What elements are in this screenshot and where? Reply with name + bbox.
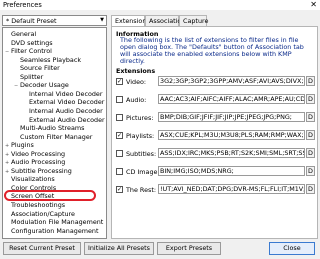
close-button[interactable]: Close bbox=[269, 242, 315, 255]
default-extensions-button[interactable]: D bbox=[306, 130, 315, 140]
default-extensions-button[interactable]: D bbox=[306, 184, 315, 194]
tree-item-label: Audio Processing bbox=[11, 158, 66, 167]
tree-item-label: Splitter bbox=[20, 72, 44, 81]
close-icon[interactable]: ✕ bbox=[310, 0, 317, 9]
extensions-panel: Information The following is the list of… bbox=[111, 26, 318, 239]
extension-checkbox[interactable]: ✓ bbox=[116, 186, 123, 193]
tree-item-label: Custom Filter Manager bbox=[20, 132, 93, 141]
extension-checkbox[interactable]: ✓ bbox=[116, 132, 123, 139]
chevron-down-icon: ▼ bbox=[100, 17, 104, 23]
information-text: The following is the list of extensions … bbox=[120, 36, 304, 65]
tree-item[interactable]: Custom Filter Manager bbox=[14, 133, 92, 141]
default-extensions-button[interactable]: D bbox=[306, 76, 315, 86]
extension-list-field[interactable]: AAC;AC3;AIF;AIFC;AIFF;ALAC;AMR;APE;AU;CD… bbox=[158, 94, 305, 104]
extension-row: Pictures: BMP;DIB;GIF;JFIF;JIF;JIP;JPE;JP… bbox=[116, 112, 316, 123]
extension-row: ✓ Playlists: ASX;CUE;KPL;M3U;M3U8;PLS;RAM;… bbox=[116, 130, 316, 141]
tree-item[interactable]: + Video Processing bbox=[5, 150, 65, 158]
tree-item-label: Plugins bbox=[11, 141, 34, 150]
tree-item-label: Troubleshootings bbox=[11, 201, 66, 209]
tree-item[interactable]: + Plugins bbox=[5, 141, 34, 149]
extension-list-field[interactable]: !UT;AVI_NED;DAT;DPG;DVR-MS;FL;FLI;IT;M1V… bbox=[158, 184, 305, 194]
tab-association[interactable]: Association bbox=[145, 15, 185, 26]
extension-list-field[interactable]: ASX;CUE;KPL;M3U;M3U8;PLS;RAM;RMP;WAX;WMX bbox=[158, 130, 305, 140]
extension-checkbox[interactable] bbox=[116, 168, 123, 175]
title-bar: Preferences ✕ bbox=[0, 0, 320, 10]
tree-item[interactable]: Troubleshootings bbox=[5, 201, 65, 209]
tree-item-label: Multi-Audio Streams bbox=[20, 124, 85, 133]
tree-item-label: Association/Capture bbox=[11, 209, 75, 218]
default-extensions-button[interactable]: D bbox=[306, 112, 315, 122]
tree-item-label: General bbox=[11, 30, 37, 38]
tree-item[interactable]: Multi-Audio Streams bbox=[14, 124, 84, 132]
tree-item-label: Internal Video Decoder bbox=[29, 89, 103, 98]
extension-checkbox[interactable] bbox=[116, 96, 123, 103]
tree-item[interactable]: + Audio Processing bbox=[5, 158, 65, 166]
tree-item[interactable]: − Decoder Usage bbox=[14, 81, 69, 89]
tree-item[interactable]: Source Filter bbox=[14, 64, 60, 72]
extension-list-field[interactable]: BMP;DIB;GIF;JFIF;JIF;JIP;JPE;JPEG;JPG;PN… bbox=[158, 112, 305, 122]
preset-dropdown[interactable]: * Default Preset ▼ bbox=[2, 15, 107, 26]
extension-list-field[interactable]: ASS;IDX;IRC;MKS;PSB;RT;S2K;SMI;SML;SRT;S… bbox=[158, 148, 305, 158]
tree-item-label: Source Filter bbox=[20, 64, 60, 73]
tree-item-label: DVD settings bbox=[11, 38, 53, 47]
default-extensions-button[interactable]: D bbox=[306, 166, 315, 176]
tree-item-label: Internal Audio Decoder bbox=[29, 106, 103, 115]
tree-item[interactable]: Configuration Management bbox=[5, 227, 98, 235]
extension-label: Audio: bbox=[126, 96, 147, 104]
extension-checkbox[interactable]: ✓ bbox=[116, 78, 123, 85]
extension-row: ✓ The Rest: !UT;AVI_NED;DAT;DPG;DVR-MS;FL;… bbox=[116, 184, 316, 195]
preset-value: * Default Preset bbox=[6, 17, 57, 25]
tree-item[interactable]: − Filter Control bbox=[5, 47, 52, 55]
extension-list-field[interactable]: BIN;IMG;ISO;MDS;NRG; bbox=[158, 166, 305, 176]
extension-row: Subtitles: ASS;IDX;IRC;MKS;PSB;RT;S2K;SMI… bbox=[116, 148, 316, 159]
tree-item[interactable]: Seamless Playback bbox=[14, 56, 81, 64]
extension-checkbox[interactable] bbox=[116, 114, 123, 121]
extension-label: Video: bbox=[126, 78, 147, 86]
highlight-annotation bbox=[4, 190, 96, 201]
window-title: Preferences bbox=[3, 1, 42, 9]
extension-list-field[interactable]: 3G2;3GP;3GP2;3GPP;AMV;ASF;AVI;AVS;DIVX;E… bbox=[158, 76, 305, 86]
tab-capture[interactable]: Capture bbox=[179, 15, 208, 26]
tree-item-label: External Video Decoder bbox=[29, 98, 105, 107]
extension-label: The Rest: bbox=[126, 186, 156, 194]
extension-label: CD Image: bbox=[126, 168, 160, 176]
tree-item-label: Video Processing bbox=[11, 149, 66, 158]
tree-item-label: External Audio Decoder bbox=[29, 115, 105, 124]
extensions-heading: Extensions bbox=[116, 67, 156, 75]
extension-label: Pictures: bbox=[126, 114, 154, 122]
tree-item[interactable]: General bbox=[5, 30, 36, 38]
export-presets-button[interactable]: Export Presets bbox=[157, 242, 221, 255]
tree-item-label: Visualizations bbox=[11, 175, 55, 184]
tree-item[interactable]: External Audio Decoder bbox=[23, 116, 105, 124]
tree-item[interactable]: Splitter bbox=[14, 73, 43, 81]
tree-item[interactable]: DVD settings bbox=[5, 39, 53, 47]
tree-item[interactable]: + Subtitle Processing bbox=[5, 167, 72, 175]
reset-current-preset-button[interactable]: Reset Current Preset bbox=[3, 242, 81, 255]
default-extensions-button[interactable]: D bbox=[306, 148, 315, 158]
tree-item[interactable]: Modulation File Management bbox=[5, 218, 103, 226]
tree-item[interactable]: Visualizations bbox=[5, 175, 55, 183]
tree-item[interactable]: External Video Decoder bbox=[23, 98, 104, 106]
tree-item[interactable]: Internal Video Decoder bbox=[23, 90, 103, 98]
tree-item-label: Seamless Playback bbox=[20, 55, 82, 64]
tree-item-label: Filter Control bbox=[11, 47, 52, 56]
tree-item-label: Subtitle Processing bbox=[11, 166, 72, 175]
extension-row: ✓ Video: 3G2;3GP;3GP2;3GPP;AMV;ASF;AVI;AVS… bbox=[116, 76, 316, 87]
initialize-all-presets-button[interactable]: Initialize All Presets bbox=[84, 242, 154, 255]
tree-item[interactable]: Association/Capture bbox=[5, 210, 75, 218]
extension-label: Subtitles: bbox=[126, 150, 157, 158]
tree-item-label: Modulation File Management bbox=[11, 218, 104, 227]
default-extensions-button[interactable]: D bbox=[306, 94, 315, 104]
settings-tree: General DVD settings − Filter Control Seamle… bbox=[2, 27, 107, 239]
extension-row: CD Image: BIN;IMG;ISO;MDS;NRG; D bbox=[116, 166, 316, 177]
tree-item[interactable]: Internal Audio Decoder bbox=[23, 107, 103, 115]
extension-label: Playlists: bbox=[126, 132, 155, 140]
tree-item-label: Decoder Usage bbox=[20, 81, 69, 90]
extension-row: Audio: AAC;AC3;AIF;AIFC;AIFF;ALAC;AMR;APE… bbox=[116, 94, 316, 105]
extension-checkbox[interactable] bbox=[116, 150, 123, 157]
tree-item-label: Configuration Management bbox=[11, 226, 99, 235]
